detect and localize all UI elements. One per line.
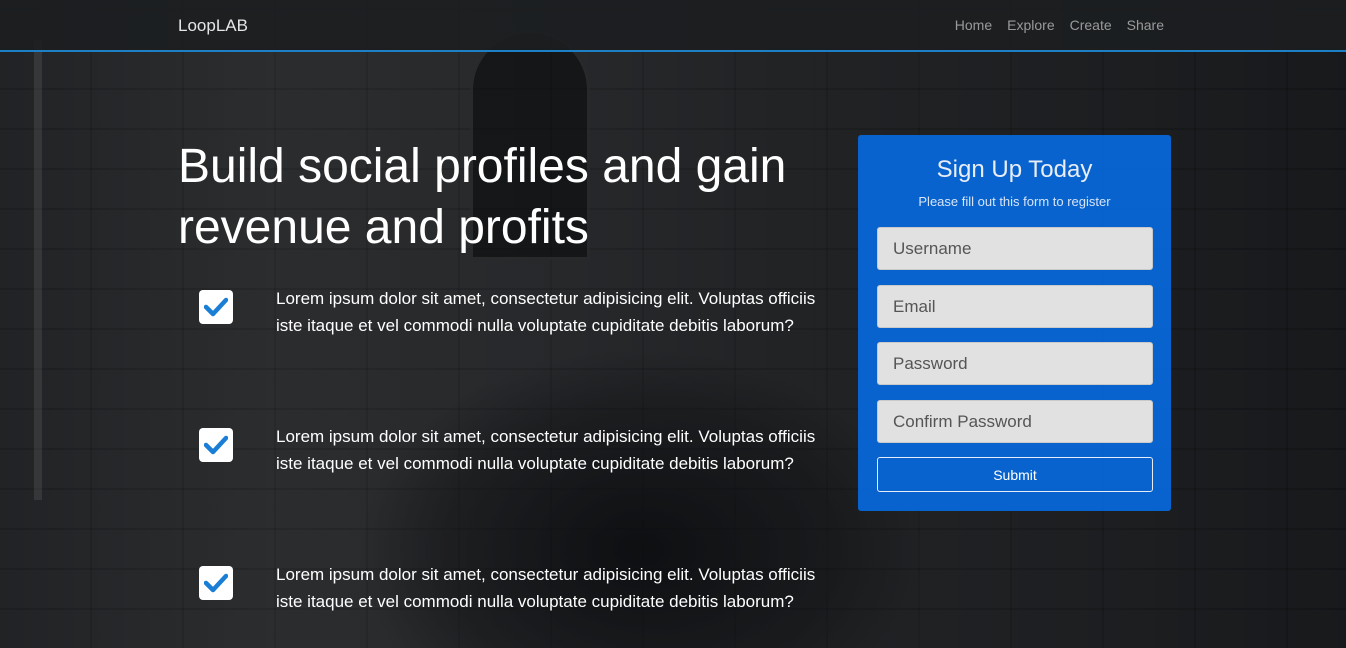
email-input[interactable] [877, 285, 1153, 328]
signup-subtitle: Please fill out this form to register [918, 194, 1111, 209]
hero-title: Build social profiles and gain revenue a… [178, 140, 787, 254]
brand-logo[interactable]: LoopLAB [178, 16, 248, 36]
nav-link-home[interactable]: Home [955, 17, 992, 33]
confirm-password-input[interactable] [877, 400, 1153, 443]
password-input[interactable] [877, 342, 1153, 385]
nav-link-explore[interactable]: Explore [1007, 17, 1054, 33]
feature-text: Lorem ipsum dolor sit amet, consectetur … [276, 427, 816, 473]
checkmark-icon [199, 566, 233, 600]
submit-button[interactable]: Submit [877, 457, 1153, 492]
nav-link-share[interactable]: Share [1127, 17, 1164, 33]
nav-links: Home Explore Create Share [955, 17, 1164, 33]
checkmark-icon [199, 428, 233, 462]
signup-title: Sign Up Today [936, 156, 1093, 183]
signup-card: Sign Up Today Please fill out this form … [858, 135, 1171, 511]
feature-text: Lorem ipsum dolor sit amet, consectetur … [276, 289, 816, 335]
checkmark-icon [199, 290, 233, 324]
username-input[interactable] [877, 227, 1153, 270]
nav-link-create[interactable]: Create [1070, 17, 1112, 33]
feature-item: Lorem ipsum dolor sit amet, consectetur … [199, 424, 819, 504]
feature-item: Lorem ipsum dolor sit amet, consectetur … [199, 286, 819, 366]
navbar: LoopLAB Home Explore Create Share [0, 0, 1346, 52]
feature-text: Lorem ipsum dolor sit amet, consectetur … [276, 565, 816, 611]
feature-item: Lorem ipsum dolor sit amet, consectetur … [199, 562, 819, 642]
